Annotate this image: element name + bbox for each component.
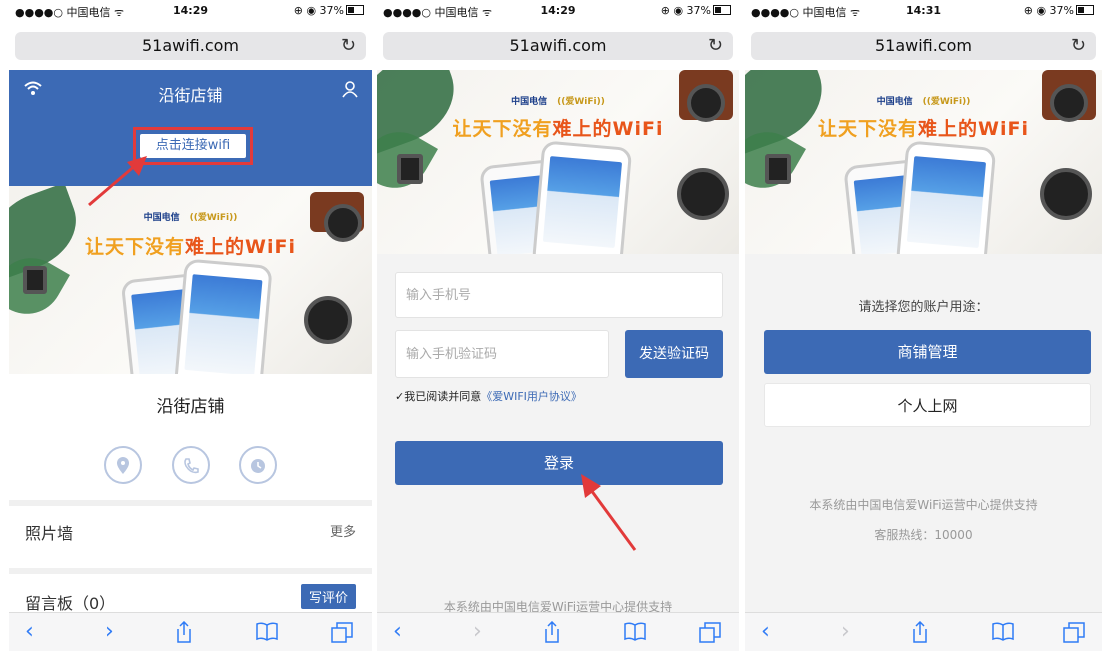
status-bar: ●●●●○ 中国电信 ᯤ 14:29 ⊕ ◉ 37% [377, 0, 739, 20]
tabs-icon[interactable] [1063, 621, 1085, 643]
section-divider [9, 568, 372, 574]
status-bar: ●●●●○ 中国电信 ᯤ 14:31 ⊕ ◉ 37% [745, 0, 1102, 20]
phone-mockup [531, 140, 633, 254]
gadget-decoration [765, 154, 791, 184]
banner-slogan: 让天下没有难上的WiFi [818, 118, 1029, 140]
send-code-button[interactable]: 发送验证码 [625, 330, 723, 378]
phone-screen-account-type: ●●●●○ 中国电信 ᯤ 14:31 ⊕ ◉ 37% 51awifi.com ↻… [745, 0, 1102, 651]
forward-icon[interactable]: › [473, 621, 482, 643]
more-link[interactable]: 更多 [330, 521, 356, 540]
address-bar[interactable]: 51awifi.com ↻ [383, 32, 733, 60]
tabs-icon[interactable] [331, 621, 353, 643]
url-text: 51awifi.com [874, 36, 973, 55]
back-icon[interactable]: ‹ [25, 621, 34, 643]
url-text: 51awifi.com [141, 36, 240, 55]
store-name: 沿街店铺 [156, 397, 225, 417]
phone-mockup [173, 258, 273, 374]
brand-logos: 中国电信 ((爱WiFi)) [511, 97, 605, 107]
reload-icon[interactable]: ↻ [708, 32, 723, 60]
camera-lens-decoration [677, 168, 729, 220]
store-header: 沿街店铺 点击连接wifi [9, 70, 372, 186]
agreement-link[interactable]: 《爱WIFI用户协议》 [481, 390, 582, 403]
connect-wifi-button[interactable]: 点击连接wifi [140, 134, 246, 158]
status-icons: ⊕ ◉ 37% [661, 4, 731, 17]
location-icon[interactable] [104, 446, 143, 484]
camera-lens-decoration [1040, 168, 1092, 220]
gadget-decoration [397, 154, 423, 184]
url-text: 51awifi.com [509, 36, 607, 55]
photo-wall-label: 照片墙 [25, 524, 74, 543]
brand-logos: 中国电信 ((爱WiFi)) [876, 97, 971, 107]
camera-lens-decoration [304, 296, 352, 344]
battery-icon [1076, 5, 1094, 15]
clock-icon[interactable] [238, 446, 277, 484]
bookmarks-icon[interactable] [623, 621, 647, 641]
promo-banner: 中国电信 ((爱WiFi)) 让天下没有难上的WiFi [377, 70, 739, 254]
share-icon[interactable] [543, 621, 561, 643]
forward-icon[interactable]: › [105, 621, 114, 643]
section-divider [9, 500, 372, 506]
agreement-checkbox-label[interactable]: ✓我已阅读并同意 [395, 390, 481, 403]
user-icon[interactable] [342, 80, 358, 102]
status-icons: ⊕ ◉ 37% [1024, 4, 1094, 17]
contact-icons [9, 446, 372, 486]
hotline-text: 客服热线：10000 [874, 528, 973, 542]
status-bar: ●●●●○ 中国电信 ᯤ 14:29 ⊕ ◉ 37% [9, 0, 372, 20]
support-footer: 本系统由中国电信爱WiFi运营中心提供支持 [809, 498, 1038, 512]
promo-banner: 中国电信 ((爱WiFi)) 让天下没有难上的WiFi [9, 186, 372, 374]
back-icon[interactable]: ‹ [761, 621, 770, 643]
reload-icon[interactable]: ↻ [341, 32, 356, 60]
safari-toolbar: ‹ › [745, 612, 1102, 651]
address-bar[interactable]: 51awifi.com ↻ [751, 32, 1096, 60]
forward-icon[interactable]: › [841, 621, 850, 643]
bookmarks-icon[interactable] [991, 621, 1015, 641]
message-board-label: 留言板（0） [25, 594, 116, 613]
verification-code-input[interactable]: 输入手机验证码 [395, 330, 609, 378]
agreement-line: ✓我已阅读并同意《爱WIFI用户协议》 [395, 388, 582, 404]
banner-slogan: 让天下没有难上的WiFi [452, 118, 664, 140]
phone-screen-store: ●●●●○ 中国电信 ᯤ 14:29 ⊕ ◉ 37% 51awifi.com ↻… [9, 0, 372, 651]
phone-number-input[interactable]: 输入手机号 [395, 272, 723, 318]
battery-icon [346, 5, 364, 15]
status-icons: ⊕ ◉ 37% [294, 4, 364, 17]
account-purpose-prompt: 请选择您的账户用途： [858, 300, 989, 315]
reload-icon[interactable]: ↻ [1071, 32, 1086, 60]
gadget-decoration [23, 266, 47, 294]
safari-toolbar: ‹ › [377, 612, 739, 651]
personal-internet-button[interactable]: 个人上网 [764, 383, 1091, 427]
header-title: 沿街店铺 [158, 86, 223, 105]
bookmarks-icon[interactable] [255, 621, 279, 641]
shop-management-button[interactable]: 商铺管理 [764, 330, 1091, 374]
brand-logos: 中国电信 ((爱WiFi)) [143, 213, 238, 223]
address-bar[interactable]: 51awifi.com ↻ [15, 32, 366, 60]
safari-toolbar: ‹ › [9, 612, 372, 651]
phone-icon[interactable] [171, 446, 210, 484]
login-button[interactable]: 登录 [395, 441, 723, 485]
share-icon[interactable] [175, 621, 193, 643]
phone-screen-login: ●●●●○ 中国电信 ᯤ 14:29 ⊕ ◉ 37% 51awifi.com ↻… [377, 0, 739, 651]
banner-slogan: 让天下没有难上的WiFi [85, 236, 296, 258]
back-icon[interactable]: ‹ [393, 621, 402, 643]
tabs-icon[interactable] [699, 621, 721, 643]
connect-highlight-box: 点击连接wifi [133, 127, 253, 165]
write-review-button[interactable]: 写评价 [300, 584, 356, 609]
promo-banner: 中国电信 ((爱WiFi)) 让天下没有难上的WiFi [745, 70, 1102, 254]
share-icon[interactable] [911, 621, 929, 643]
battery-icon [713, 5, 731, 15]
phone-mockup [895, 140, 997, 254]
